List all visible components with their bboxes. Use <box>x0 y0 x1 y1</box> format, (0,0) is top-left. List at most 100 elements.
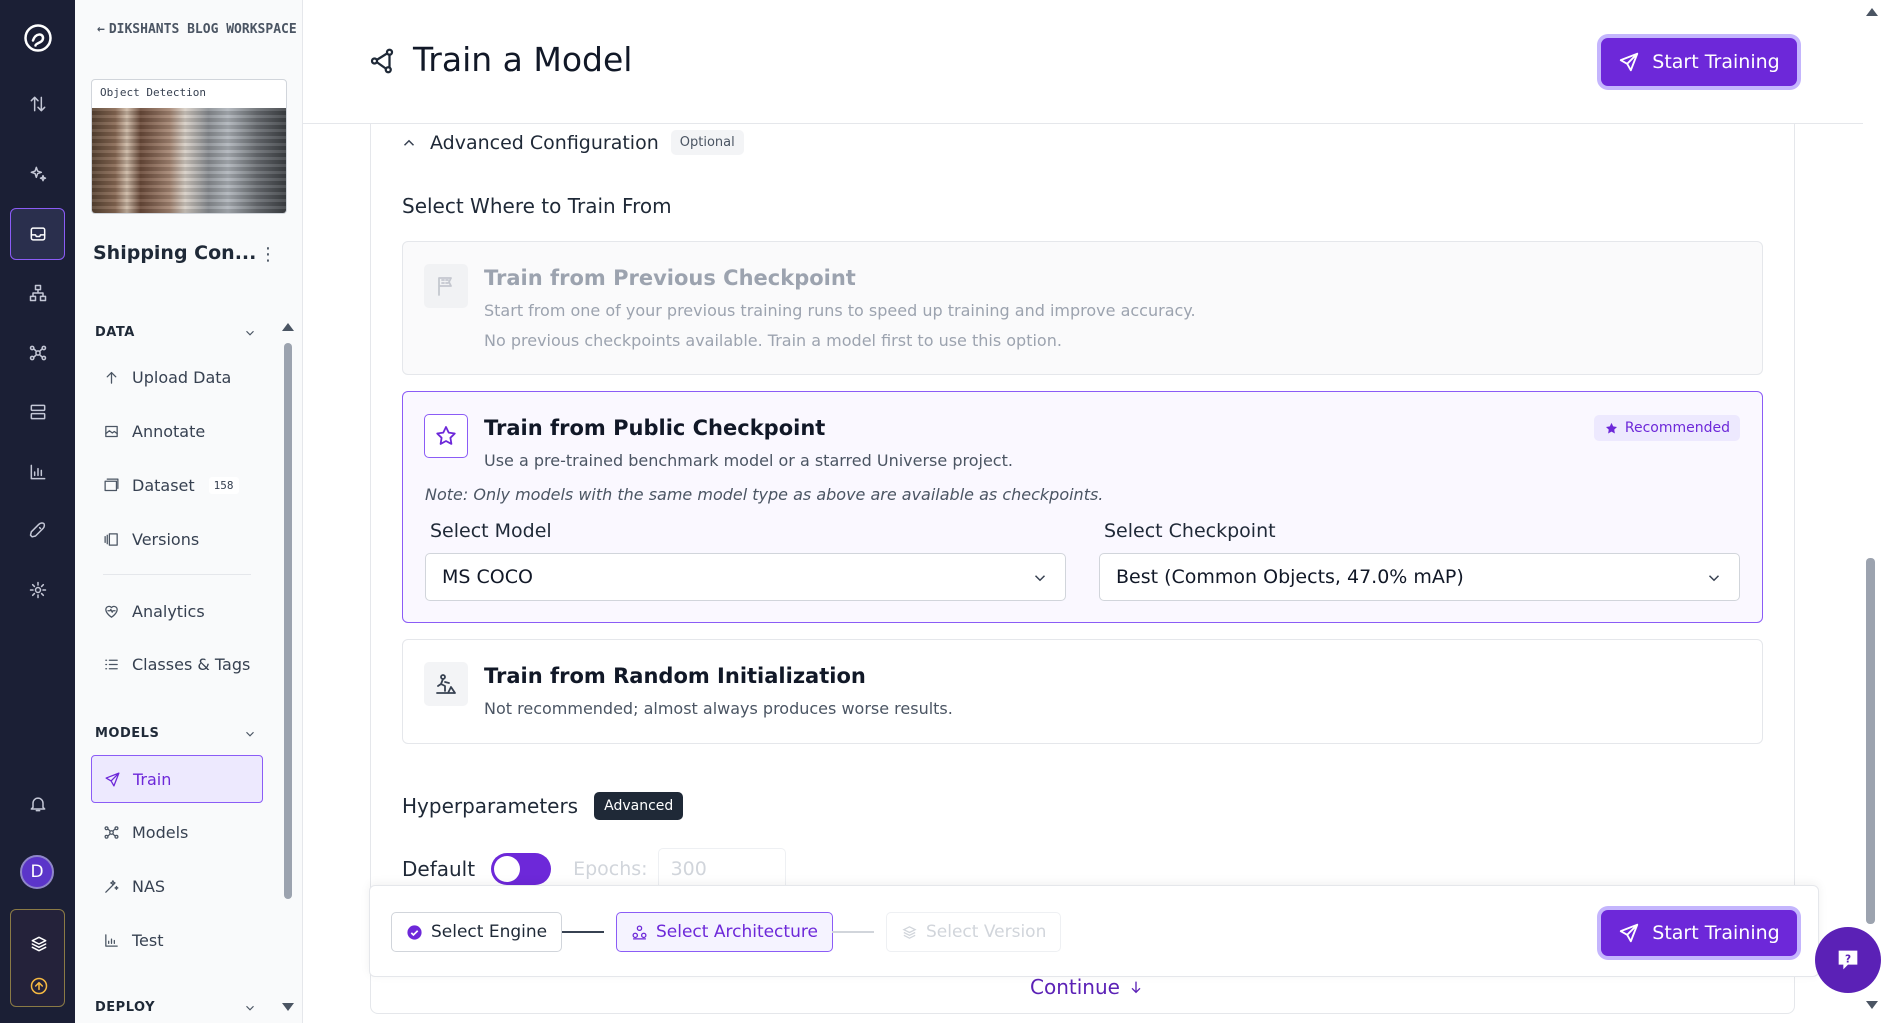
sidebar-scroll-down[interactable] <box>282 1003 294 1011</box>
nodes-icon[interactable] <box>0 333 75 373</box>
continue-label: Continue <box>1030 975 1120 999</box>
sidebar-item-nas[interactable]: NAS <box>91 863 263 909</box>
sparkle-icon[interactable] <box>0 154 75 194</box>
sidebar-item-annotate[interactable]: Annotate <box>91 408 263 454</box>
bar-chart-icon[interactable] <box>0 452 75 492</box>
sidebar-item-label: Versions <box>132 529 200 549</box>
option-description: Start from one of your previous training… <box>484 301 1196 320</box>
workspace-name: DIKSHANTS BLOG WORKSPACE <box>108 22 297 37</box>
step-label: Select Architecture <box>656 922 818 942</box>
checkpoint-note: Note: Only models with the same model ty… <box>425 485 1104 504</box>
advanced-pill[interactable]: Advanced <box>594 792 684 820</box>
star-filled-icon <box>1605 422 1617 433</box>
project-sidebar: ← DIKSHANTS BLOG WORKSPACE Object Detecti… <box>75 0 303 1023</box>
sidebar-scrollbar[interactable] <box>284 343 292 899</box>
project-thumbnail-image <box>92 108 286 213</box>
annotate-icon <box>105 425 118 437</box>
gear-icon[interactable] <box>0 570 75 610</box>
option-random-initialization[interactable]: Train from Random Initialization Not rec… <box>402 639 1763 744</box>
sort-arrows-icon[interactable] <box>0 84 75 124</box>
arrow-down-icon <box>1131 981 1141 994</box>
sidebar-item-label: NAS <box>132 876 166 896</box>
sidebar-item-label: Models <box>132 822 189 842</box>
avatar[interactable]: D <box>20 855 54 889</box>
recommended-label: Recommended <box>1624 420 1730 436</box>
sidebar-item-dataset[interactable]: Dataset 158 <box>91 462 263 508</box>
select-checkpoint-dropdown[interactable]: Best (Common Objects, 47.0% mAP) <box>1099 553 1740 601</box>
send-icon <box>1620 52 1639 72</box>
start-training-button[interactable]: Start Training <box>1601 38 1797 86</box>
step-label: Select Engine <box>431 922 548 942</box>
option-description: Use a pre-trained benchmark model or a s… <box>484 451 1013 470</box>
workspace-back-link[interactable]: ← DIKSHANTS BLOG WORKSPACE <box>97 20 297 40</box>
select-model-dropdown[interactable]: MS COCO <box>425 553 1066 601</box>
test-icon <box>105 933 118 947</box>
hyperparameters-header: Hyperparameters Advanced <box>402 792 684 820</box>
sidebar-item-upload-data[interactable]: Upload Data <box>91 354 263 400</box>
project-name: Shipping Con... <box>93 242 257 264</box>
advanced-config-label: Advanced Configuration <box>430 131 659 154</box>
sidebar-item-models[interactable]: Models <box>91 809 263 855</box>
option-previous-checkpoint[interactable]: Train from Previous Checkpoint Start fro… <box>402 241 1763 375</box>
recommended-badge: Recommended <box>1593 415 1740 441</box>
app-logo-icon[interactable] <box>0 16 75 60</box>
sidebar-item-analytics[interactable]: Analytics <box>91 588 263 634</box>
sidebar-item-label: Classes & Tags <box>132 654 251 674</box>
project-type-label: Object Detection <box>100 86 206 99</box>
chevron-down-icon[interactable] <box>243 726 257 740</box>
step-select-version[interactable]: Select Version <box>886 912 1062 952</box>
inbox-icon[interactable] <box>10 208 65 260</box>
layers-icon <box>902 925 917 939</box>
flag-icon <box>424 264 468 308</box>
models-icon <box>104 825 119 839</box>
dataset-count-badge: 158 <box>208 476 239 494</box>
upgrade-icon[interactable] <box>1 966 76 1006</box>
classes-icon <box>105 659 118 669</box>
train-icon <box>367 46 397 76</box>
start-training-label: Start Training <box>1652 922 1780 944</box>
option-public-checkpoint[interactable]: Train from Public Checkpoint Use a pre-t… <box>402 391 1763 623</box>
upload-icon <box>106 371 117 384</box>
chevron-down-icon[interactable] <box>243 325 257 339</box>
sidebar-item-versions[interactable]: Versions <box>91 516 263 562</box>
sidebar-item-label: Upload Data <box>132 367 232 387</box>
epochs-input[interactable]: 300 <box>657 848 786 890</box>
bell-icon[interactable] <box>0 784 75 824</box>
chevron-up-icon <box>403 139 415 146</box>
page-title: Train a Model <box>413 40 633 79</box>
training-footer: Select Engine Select Architecture Select… <box>369 885 1819 977</box>
step-select-architecture[interactable]: Select Architecture <box>616 912 833 952</box>
svg-text:?: ? <box>1845 953 1851 965</box>
sidebar-scroll-up[interactable] <box>282 323 294 331</box>
start-training-button-footer[interactable]: Start Training <box>1601 910 1797 956</box>
kebab-menu-icon[interactable]: ⋮ <box>259 244 277 265</box>
page-header: Train a Model Start Training <box>303 0 1863 124</box>
check-circle-icon <box>407 924 422 940</box>
default-toggle[interactable] <box>491 853 552 885</box>
option-title: Train from Random Initialization <box>484 664 866 688</box>
advanced-config-toggle[interactable]: Advanced Configuration Optional <box>400 130 744 155</box>
continue-link[interactable]: Continue <box>1030 975 1144 999</box>
main-scroll-down[interactable] <box>1866 1001 1878 1009</box>
sidebar-item-test[interactable]: Test <box>91 917 263 963</box>
section-title-where: Select Where to Train From <box>402 194 672 218</box>
step-select-engine[interactable]: Select Engine <box>391 912 563 952</box>
main-scroll-up[interactable] <box>1866 8 1878 16</box>
optional-pill: Optional <box>670 130 744 155</box>
chevron-down-icon[interactable] <box>243 1000 257 1014</box>
main-scrollbar[interactable] <box>1866 558 1875 924</box>
help-chat-button[interactable]: ? <box>1815 927 1881 993</box>
sidebar-item-train[interactable]: Train <box>91 755 263 803</box>
sidebar-item-label: Analytics <box>132 601 205 621</box>
models-section-title: MODELS <box>95 726 160 741</box>
rocket-icon[interactable] <box>0 511 75 551</box>
chevron-down-icon <box>1708 575 1720 582</box>
sidebar-item-classes-tags[interactable]: Classes & Tags <box>91 641 263 687</box>
stack-icon[interactable] <box>1 924 76 964</box>
hyperparameters-title: Hyperparameters <box>402 794 579 818</box>
database-icon[interactable] <box>0 392 75 432</box>
bottom-action-group <box>10 909 65 1007</box>
workflow-icon[interactable] <box>0 273 75 313</box>
project-thumbnail[interactable]: Object Detection <box>91 79 287 214</box>
chevron-down-icon <box>1034 575 1046 582</box>
